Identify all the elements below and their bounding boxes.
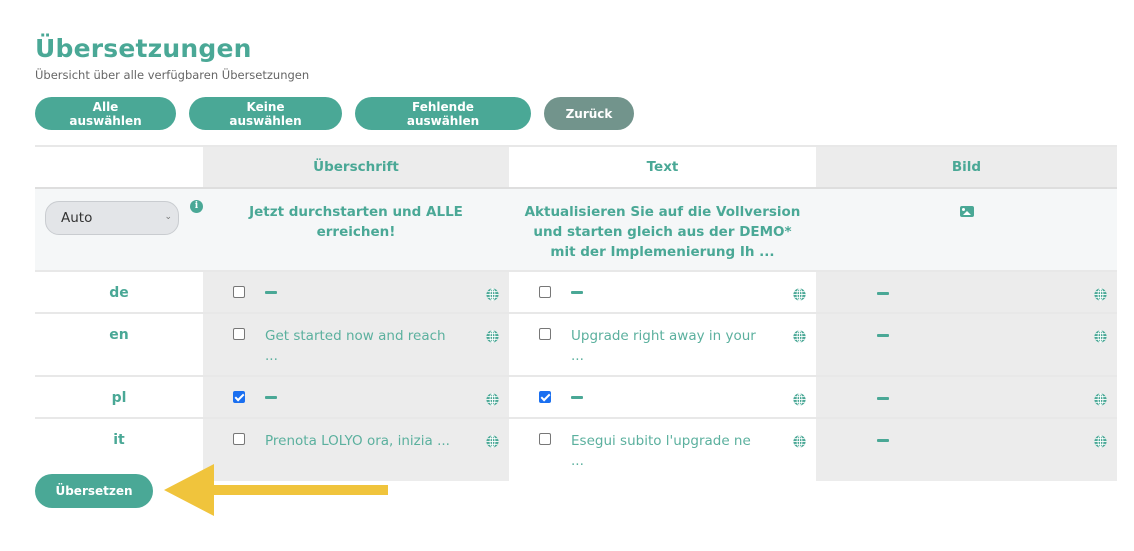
source-mode-cell: Auto ⌄ i bbox=[35, 188, 203, 272]
empty-dash-icon bbox=[877, 292, 889, 295]
empty-dash-icon bbox=[877, 334, 889, 337]
language-code: en bbox=[35, 313, 203, 377]
text-translation-cell: Esegui subito l'upgrade ne ... bbox=[509, 418, 816, 481]
globe-icon[interactable] bbox=[1094, 391, 1107, 406]
annotation-arrow-icon bbox=[164, 464, 388, 516]
image-translation-cell bbox=[816, 313, 1117, 377]
header-heading: Überschrift bbox=[203, 145, 509, 189]
globe-icon[interactable] bbox=[1094, 328, 1107, 343]
image-translation-cell bbox=[816, 271, 1117, 314]
globe-icon[interactable] bbox=[793, 433, 806, 448]
source-heading: Jetzt durchstarten und ALLE erreichen! bbox=[203, 188, 509, 272]
heading-translation-value: Prenota LOLYO ora, inizia ... bbox=[265, 433, 450, 449]
language-code: pl bbox=[35, 376, 203, 419]
empty-dash-icon bbox=[877, 439, 889, 442]
heading-translation-value: Get started now and reach ... bbox=[265, 328, 446, 364]
heading-checkbox[interactable] bbox=[233, 286, 245, 298]
text-checkbox[interactable] bbox=[539, 328, 551, 340]
translations-table: Überschrift Text Bild Auto ⌄ i Jetzt dur… bbox=[35, 145, 1117, 481]
globe-icon[interactable] bbox=[486, 286, 499, 301]
text-translation-value: Upgrade right away in your ... bbox=[571, 328, 756, 364]
empty-dash-icon bbox=[571, 290, 583, 294]
empty-dash-icon bbox=[571, 395, 583, 399]
text-translation-empty bbox=[571, 284, 766, 304]
source-image-cell bbox=[816, 188, 1117, 272]
heading-translation-empty bbox=[265, 389, 459, 409]
back-button[interactable]: Zurück bbox=[544, 97, 634, 130]
text-checkbox[interactable] bbox=[539, 391, 551, 403]
text-checkbox[interactable] bbox=[539, 433, 551, 445]
mode-select-value: Auto bbox=[61, 210, 93, 226]
empty-dash-icon bbox=[265, 395, 277, 399]
table-row: de bbox=[35, 271, 1117, 314]
select-none-button[interactable]: Keine auswählen bbox=[189, 97, 342, 130]
info-icon[interactable]: i bbox=[190, 200, 203, 213]
source-row: Auto ⌄ i Jetzt durchstarten und ALLE err… bbox=[35, 188, 1117, 272]
table-row: en Get started now and reach ... Upgrade r… bbox=[35, 313, 1117, 377]
toolbar: Alle auswählen Keine auswählen Fehlende … bbox=[35, 97, 634, 130]
table-row: pl bbox=[35, 376, 1117, 419]
heading-translation-cell: Get started now and reach ... bbox=[203, 313, 509, 377]
text-translation-cell bbox=[509, 271, 816, 314]
image-translation-cell bbox=[816, 376, 1117, 419]
table-header-row: Überschrift Text Bild bbox=[35, 145, 1117, 189]
text-checkbox[interactable] bbox=[539, 286, 551, 298]
heading-translation-empty bbox=[265, 284, 459, 304]
image-translation-cell bbox=[816, 418, 1117, 481]
heading-translation-cell bbox=[203, 376, 509, 419]
heading-translation-cell bbox=[203, 271, 509, 314]
text-translation-empty bbox=[571, 389, 766, 409]
image-icon[interactable] bbox=[959, 206, 974, 217]
source-text: Aktualisieren Sie auf die Vollversion un… bbox=[509, 188, 816, 272]
mode-select[interactable]: Auto ⌄ bbox=[45, 201, 179, 235]
translate-button[interactable]: Übersetzen bbox=[35, 474, 153, 508]
text-translation-cell: Upgrade right away in your ... bbox=[509, 313, 816, 377]
text-translation-cell bbox=[509, 376, 816, 419]
header-image: Bild bbox=[816, 145, 1117, 189]
globe-icon[interactable] bbox=[486, 328, 499, 343]
empty-dash-icon bbox=[265, 290, 277, 294]
globe-icon[interactable] bbox=[486, 391, 499, 406]
globe-icon[interactable] bbox=[793, 286, 806, 301]
globe-icon[interactable] bbox=[1094, 286, 1107, 301]
globe-icon[interactable] bbox=[486, 433, 499, 448]
heading-checkbox[interactable] bbox=[233, 328, 245, 340]
globe-icon[interactable] bbox=[1094, 433, 1107, 448]
language-code: de bbox=[35, 271, 203, 314]
empty-dash-icon bbox=[877, 397, 889, 400]
page-title: Übersetzungen bbox=[35, 34, 252, 63]
header-language bbox=[35, 145, 203, 189]
globe-icon[interactable] bbox=[793, 328, 806, 343]
heading-checkbox[interactable] bbox=[233, 391, 245, 403]
text-translation-value: Esegui subito l'upgrade ne ... bbox=[571, 433, 751, 469]
globe-icon[interactable] bbox=[793, 391, 806, 406]
chevron-down-icon: ⌄ bbox=[164, 212, 172, 222]
header-text: Text bbox=[509, 145, 816, 189]
heading-checkbox[interactable] bbox=[233, 433, 245, 445]
select-missing-button[interactable]: Fehlende auswählen bbox=[355, 97, 531, 130]
select-all-button[interactable]: Alle auswählen bbox=[35, 97, 176, 130]
page-subtitle: Übersicht über alle verfügbaren Übersetz… bbox=[35, 68, 310, 82]
